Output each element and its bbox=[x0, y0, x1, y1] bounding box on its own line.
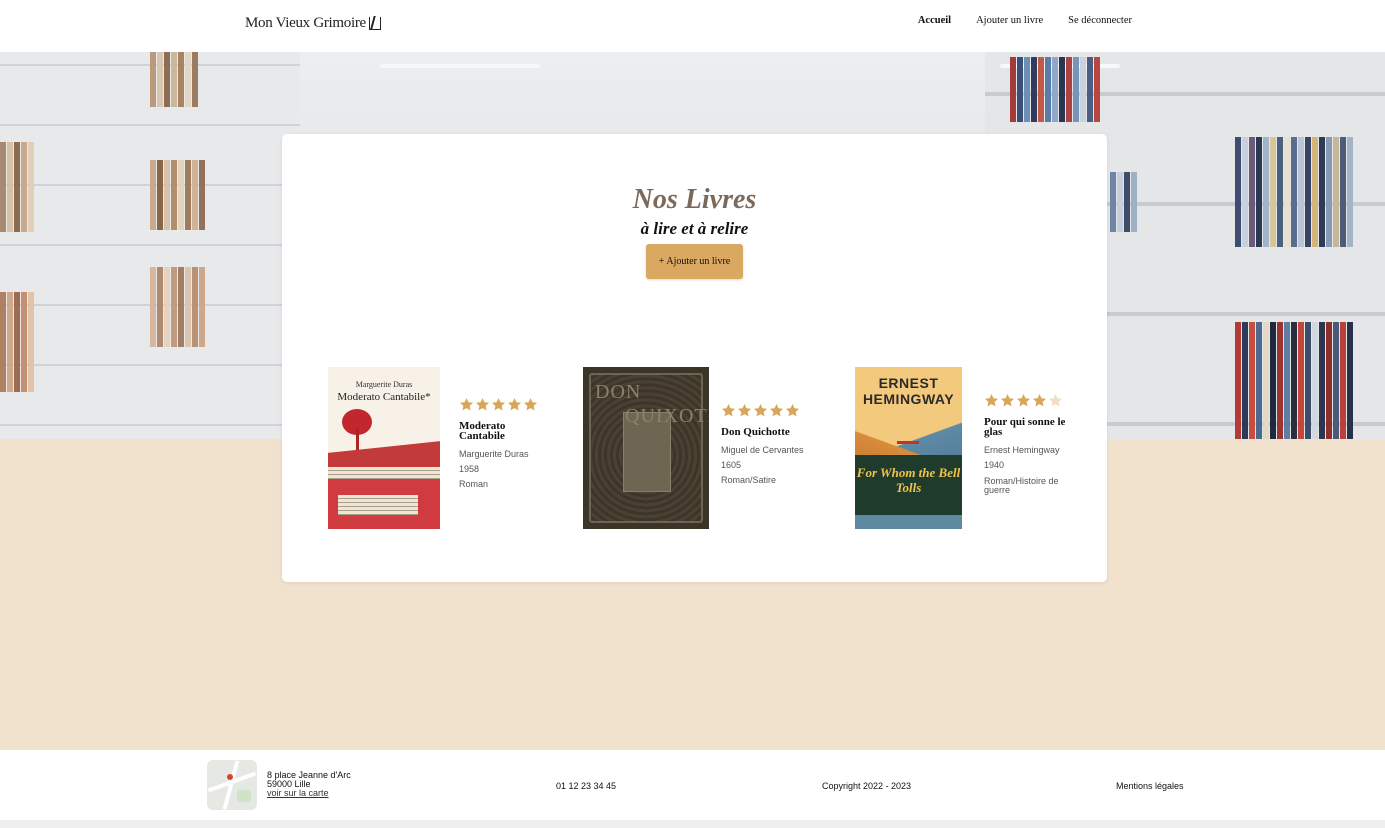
page-subtitle: à lire et à relire bbox=[640, 219, 749, 238]
star-filled-icon bbox=[1032, 393, 1047, 407]
cover-title: Moderato Cantabile* bbox=[337, 391, 431, 403]
book-card-quichotte[interactable]: DON QUIXOTE Don Quichotte Miguel de Cerv… bbox=[583, 367, 823, 529]
book-year: 1940 bbox=[984, 460, 1005, 470]
star-filled-icon bbox=[507, 397, 522, 411]
nav-home-link[interactable]: Accueil bbox=[918, 15, 951, 26]
map-park bbox=[237, 790, 251, 802]
book-author: Miguel de Cervantes bbox=[721, 445, 804, 455]
book-card-pour-qui-sonne-le-glas[interactable]: ERNEST HEMINGWAY For Whom the Bell Tolls… bbox=[855, 367, 1075, 529]
book-row bbox=[1010, 57, 1100, 122]
book-year: 1958 bbox=[459, 464, 480, 474]
site-logo[interactable]: Mon Vieux Grimoire bbox=[245, 15, 381, 32]
book-row bbox=[150, 267, 205, 347]
book-info: Don Quichotte Miguel de Cervantes 1605 R… bbox=[721, 403, 821, 488]
book-genre: Roman/Satire bbox=[721, 475, 777, 485]
cover-title-line1: DON bbox=[595, 381, 642, 403]
star-empty-icon bbox=[1048, 393, 1063, 407]
rating-stars bbox=[721, 403, 821, 418]
book-row bbox=[1110, 172, 1137, 232]
page-bottom-strip bbox=[0, 820, 1385, 828]
book-row bbox=[0, 142, 34, 232]
star-filled-icon bbox=[1000, 393, 1015, 407]
book-author: Ernest Hemingway bbox=[984, 445, 1060, 455]
nav-logout-link[interactable]: Se déconnecter bbox=[1068, 15, 1132, 26]
star-filled-icon bbox=[984, 393, 999, 407]
map-pin-icon bbox=[227, 774, 233, 780]
book-row bbox=[1235, 322, 1353, 439]
ceiling-light bbox=[380, 64, 540, 68]
tree-trunk bbox=[356, 429, 359, 451]
books-card: Nos Livres à lire et à relire + Ajouter … bbox=[282, 134, 1107, 582]
book-title: Pour qui sonne le glas bbox=[984, 416, 1066, 438]
book-author: Marguerite Duras bbox=[459, 449, 529, 459]
book-genre: Roman bbox=[459, 479, 489, 489]
star-filled-icon bbox=[459, 397, 474, 411]
book-cover[interactable]: Marguerite Duras Moderato Cantabile* bbox=[328, 367, 440, 529]
book-cover[interactable]: ERNEST HEMINGWAY For Whom the Bell Tolls bbox=[855, 367, 962, 529]
book-card-moderato[interactable]: Marguerite Duras Moderato Cantabile* Mod… bbox=[328, 367, 548, 529]
map-link[interactable]: voir sur la carte bbox=[267, 788, 329, 798]
book-row bbox=[1235, 137, 1353, 247]
rating-stars bbox=[459, 397, 549, 412]
phone-number: 01 12 23 34 45 bbox=[556, 781, 617, 791]
sheet-music bbox=[338, 495, 418, 515]
add-book-button[interactable]: + Ajouter un livre bbox=[646, 244, 743, 279]
star-filled-icon bbox=[491, 397, 506, 411]
cover-author: ERNEST HEMINGWAY bbox=[862, 375, 955, 407]
book-row bbox=[0, 292, 34, 392]
nav-add-book-link[interactable]: Ajouter un livre bbox=[976, 15, 1043, 26]
legal-notice-link[interactable]: Mentions légales bbox=[1116, 781, 1184, 791]
book-title: Don Quichotte bbox=[721, 426, 790, 438]
page-title: Nos Livres bbox=[632, 184, 757, 215]
map-thumbnail[interactable] bbox=[207, 760, 257, 810]
book-info: Moderato Cantabile Marguerite Duras 1958… bbox=[459, 397, 549, 492]
site-footer: 8 place Jeanne d'Arc 59000 Lille voir su… bbox=[0, 750, 1385, 820]
logo-text: Mon Vieux Grimoire bbox=[245, 15, 366, 31]
bridge-shape bbox=[897, 441, 919, 451]
book-title: Moderato Cantabile bbox=[459, 420, 506, 442]
address-block: 8 place Jeanne d'Arc 59000 Lille voir su… bbox=[267, 771, 351, 798]
star-filled-icon bbox=[523, 397, 538, 411]
star-filled-icon bbox=[1016, 393, 1031, 407]
book-genre: Roman/Histoire de guerre bbox=[984, 476, 1059, 495]
copyright-text: Copyright 2022 - 2023 bbox=[822, 781, 912, 791]
star-filled-icon bbox=[785, 403, 800, 417]
cover-author: Marguerite Duras bbox=[355, 380, 413, 389]
book-year: 1605 bbox=[721, 460, 742, 470]
star-filled-icon bbox=[769, 403, 784, 417]
rating-stars bbox=[984, 393, 1074, 408]
cover-title-line2: QUIXOTE bbox=[625, 405, 709, 427]
book-row bbox=[150, 160, 205, 230]
star-filled-icon bbox=[753, 403, 768, 417]
book-info: Pour qui sonne le glas Ernest Hemingway … bbox=[984, 393, 1074, 495]
main-nav: Accueil Ajouter un livre Se déconnecter bbox=[918, 15, 1132, 26]
book-row bbox=[150, 52, 198, 107]
bookshelf-left bbox=[0, 52, 300, 439]
cover-title: For Whom the Bell Tolls bbox=[856, 465, 961, 495]
star-filled-icon bbox=[475, 397, 490, 411]
top-header: Mon Vieux Grimoire Accueil Ajouter un li… bbox=[0, 0, 1385, 52]
cover-footer-band bbox=[855, 515, 962, 529]
star-filled-icon bbox=[721, 403, 736, 417]
logo-book-icon bbox=[368, 17, 381, 30]
book-cover[interactable]: DON QUIXOTE bbox=[583, 367, 709, 529]
star-filled-icon bbox=[737, 403, 752, 417]
